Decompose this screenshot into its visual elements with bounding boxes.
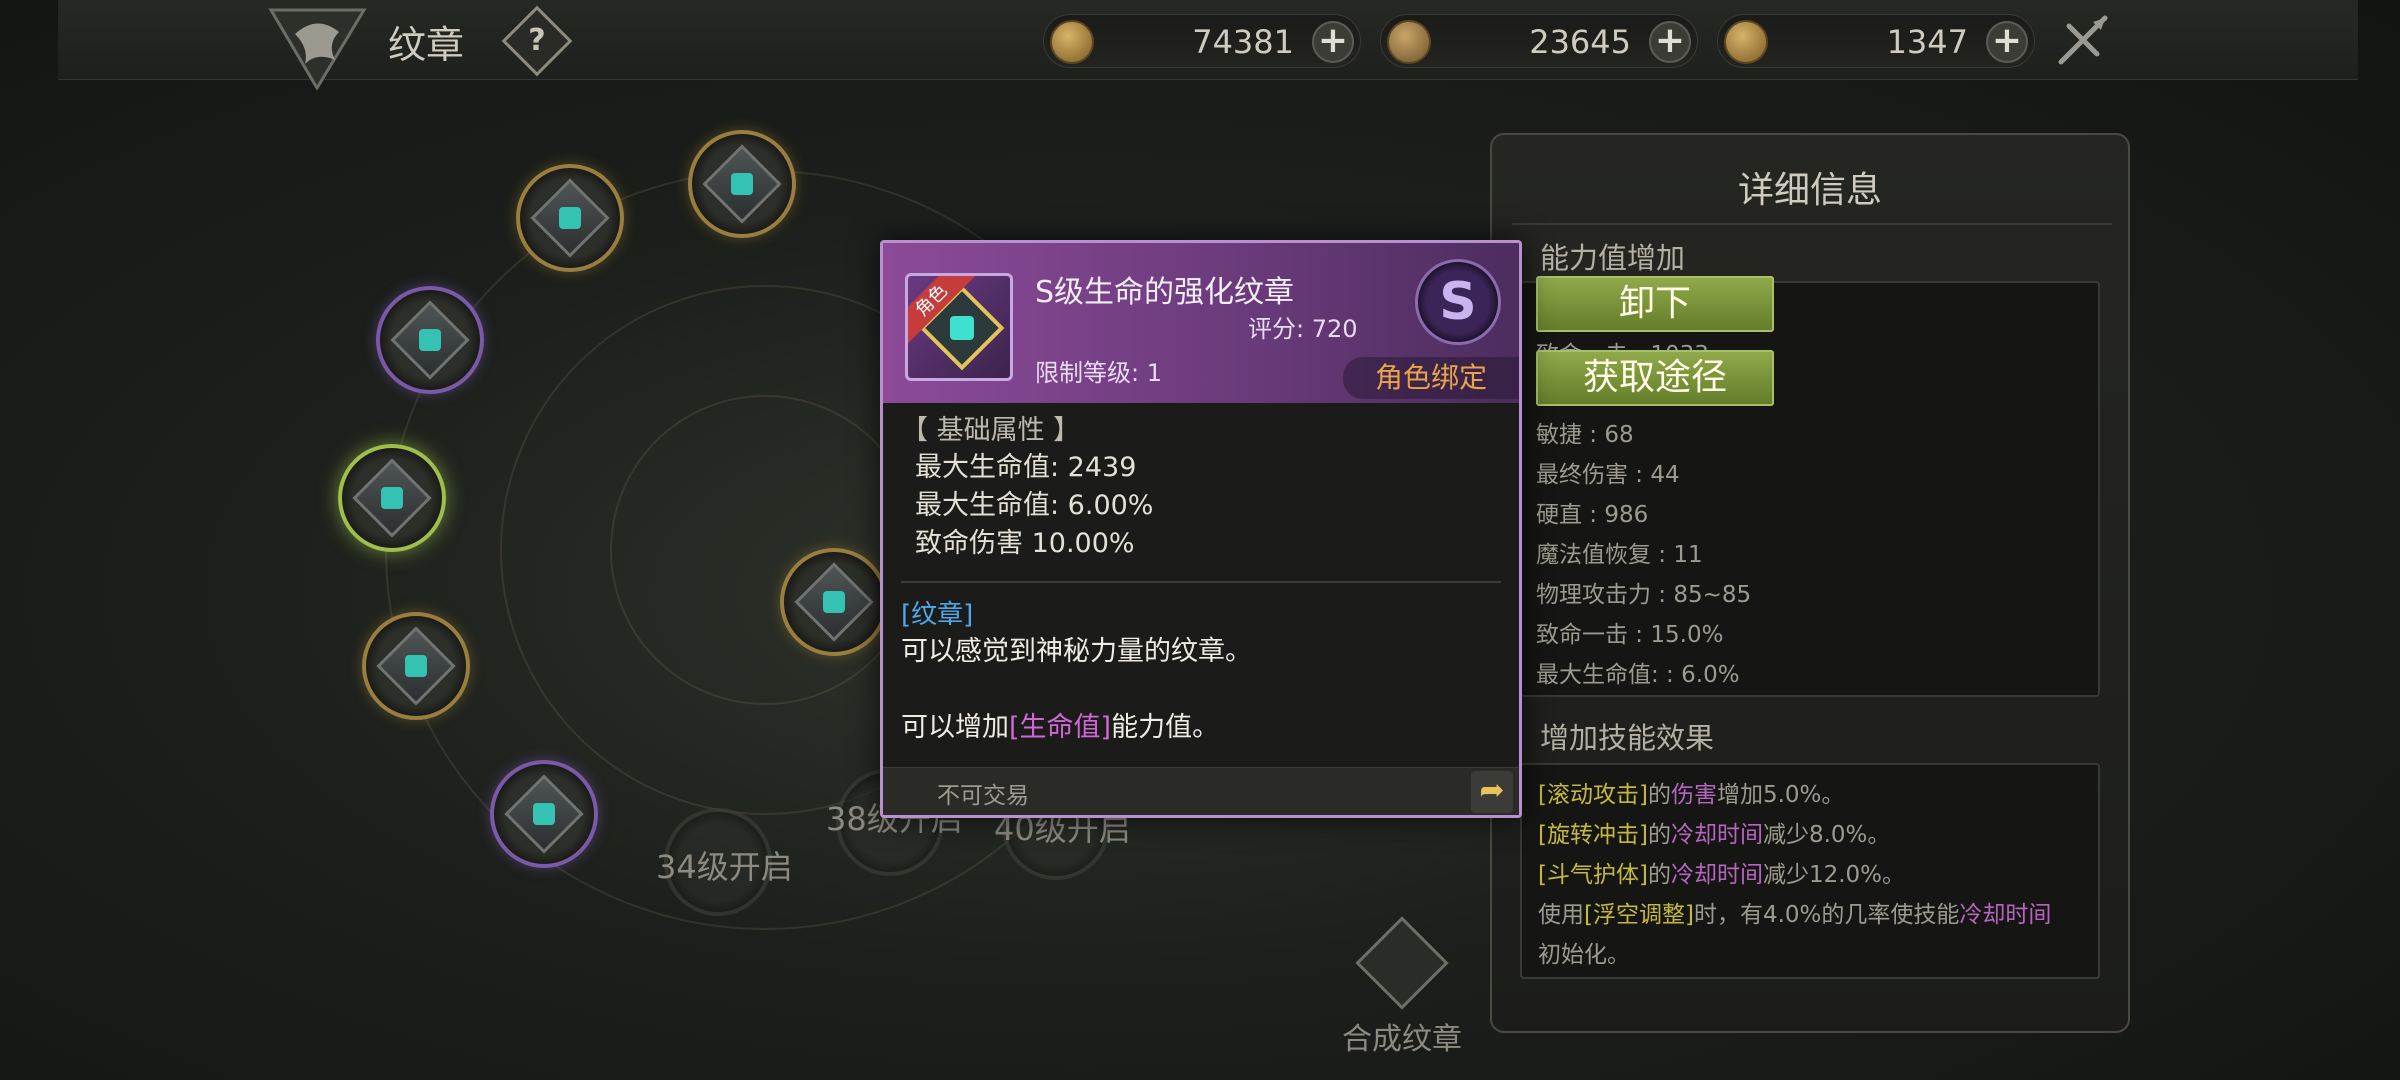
item-effect: 可以增加[生命值]能力值。 [901,712,1220,743]
emblem-slot[interactable] [362,612,470,720]
bronze-lock-coin-icon [1387,20,1431,64]
add-currency-button[interactable]: + [1986,21,2028,63]
stat-line: 最终伤害 : 44 [1536,462,1680,488]
currency-value: 23645 [1529,23,1631,61]
emblem-item-icon: 角色 [905,273,1013,381]
currency-value: 74381 [1192,23,1294,61]
emblem-gem-icon [702,144,782,224]
orbit-ring [610,395,920,705]
obtain-source-button[interactable]: 获取途径 [1536,350,1774,406]
dragon-emblem-icon [268,8,367,90]
emblem-slot[interactable] [490,760,598,868]
synthesize-emblem-button[interactable]: 合成纹章 [1340,916,1464,1070]
bind-status: 角色绑定 [1343,357,1519,399]
skills-section-title: 增加技能效果 [1540,721,1715,755]
heart-gem-icon [352,458,432,538]
emblem-gem-icon [376,626,456,706]
emblem-gem-icon [530,178,610,258]
skill-effect-line: [斗气护体]的冷却时间减少12.0%。 [1538,862,1906,888]
item-name: S级生命的强化纹章 [1035,275,1295,310]
stat-line: 敏捷 : 68 [1536,422,1634,448]
item-description: 可以感觉到神秘力量的纹章。 [901,636,1252,667]
level-requirement: 限制等级: 1 [1035,359,1162,387]
divider [1512,223,2112,225]
synthesize-icon [1355,916,1449,1010]
add-currency-button[interactable]: + [1649,21,1691,63]
grade-s-icon: S [1415,259,1501,345]
base-attributes-heading: 【 基础属性 】 [901,415,1081,446]
skills-box: [滚动攻击]的伤害增加5.0%。 [旋转冲击]的冷却时间减少8.0%。 [斗气护… [1520,763,2100,979]
item-category: [纹章] [901,600,974,630]
add-currency-button[interactable]: + [1312,21,1354,63]
emblem-gem-icon [794,562,874,642]
attribute-line: 致命伤害 10.00% [915,528,1135,559]
currency-value: 1347 [1886,23,1968,61]
stats-section-title: 能力值增加 [1540,241,1686,275]
question-icon: ? [528,23,546,58]
skill-effect-line: [滚动攻击]的伤害增加5.0%。 [1538,782,1845,808]
close-icon[interactable] [2055,12,2111,68]
stat-line: 魔法值恢复 : 11 [1536,542,1703,568]
gold-swirl-coin-icon [1050,20,1094,64]
emblem-slot[interactable] [688,130,796,238]
panel-title: 详细信息 [1737,170,1882,211]
stat-line: 硬直 : 986 [1536,502,1649,528]
divider [901,581,1501,583]
share-icon[interactable]: ➦ [1471,771,1513,813]
emblem-slot[interactable] [516,164,624,272]
trade-status: 不可交易 [937,783,1029,809]
stat-line: 最大生命值: : 6.0% [1536,662,1740,688]
emblem-slot-selected[interactable] [338,444,446,552]
tooltip-body: 【 基础属性 】 最大生命值: 2439 最大生命值: 6.00% 致命伤害 1… [901,413,1501,747]
unequip-button[interactable]: 卸下 [1536,276,1774,332]
lock-label: 34级开启 [656,848,793,886]
emblem-gem-icon [390,300,470,380]
skill-effect-line: [旋转冲击]的冷却时间减少8.0%。 [1538,822,1891,848]
stat-line: 物理攻击力 : 85~85 [1536,582,1752,608]
tooltip-header: 角色 S级生命的强化纹章 评分: 720 限制等级: 1 S 角色绑定 [883,243,1519,403]
item-score: 评分: 720 [1248,315,1358,343]
tooltip-footer: 不可交易 ➦ [883,767,1519,815]
currency-bronze: 23645 + [1380,14,1698,68]
stat-line: 致命一击 : 15.0% [1536,622,1724,648]
emblem-slot[interactable] [376,286,484,394]
skill-effect-line: 使用[浮空调整]时，有4.0%的几率使技能冷却时间 初始化。 [1538,902,2052,968]
gold-coin-icon [1724,20,1768,64]
attribute-line: 最大生命值: 2439 [915,452,1137,483]
emblem-tooltip: 角色 S级生命的强化纹章 评分: 720 限制等级: 1 S 角色绑定 【 基础… [880,240,1522,818]
currency-gold: 1347 + [1717,14,2035,68]
emblem-slot[interactable] [780,548,888,656]
attribute-line: 最大生命值: 6.00% [915,490,1154,521]
page-title: 纹章 [388,23,465,67]
emblem-gem-icon [504,774,584,854]
detail-panel: 详细信息 能力值增加 致命一击 : 1033 敏捷 : 68 最终伤害 : 44… [1490,133,2130,1033]
currency-gold-swirl: 74381 + [1043,14,1361,68]
synthesize-label: 合成纹章 [1342,1022,1462,1057]
